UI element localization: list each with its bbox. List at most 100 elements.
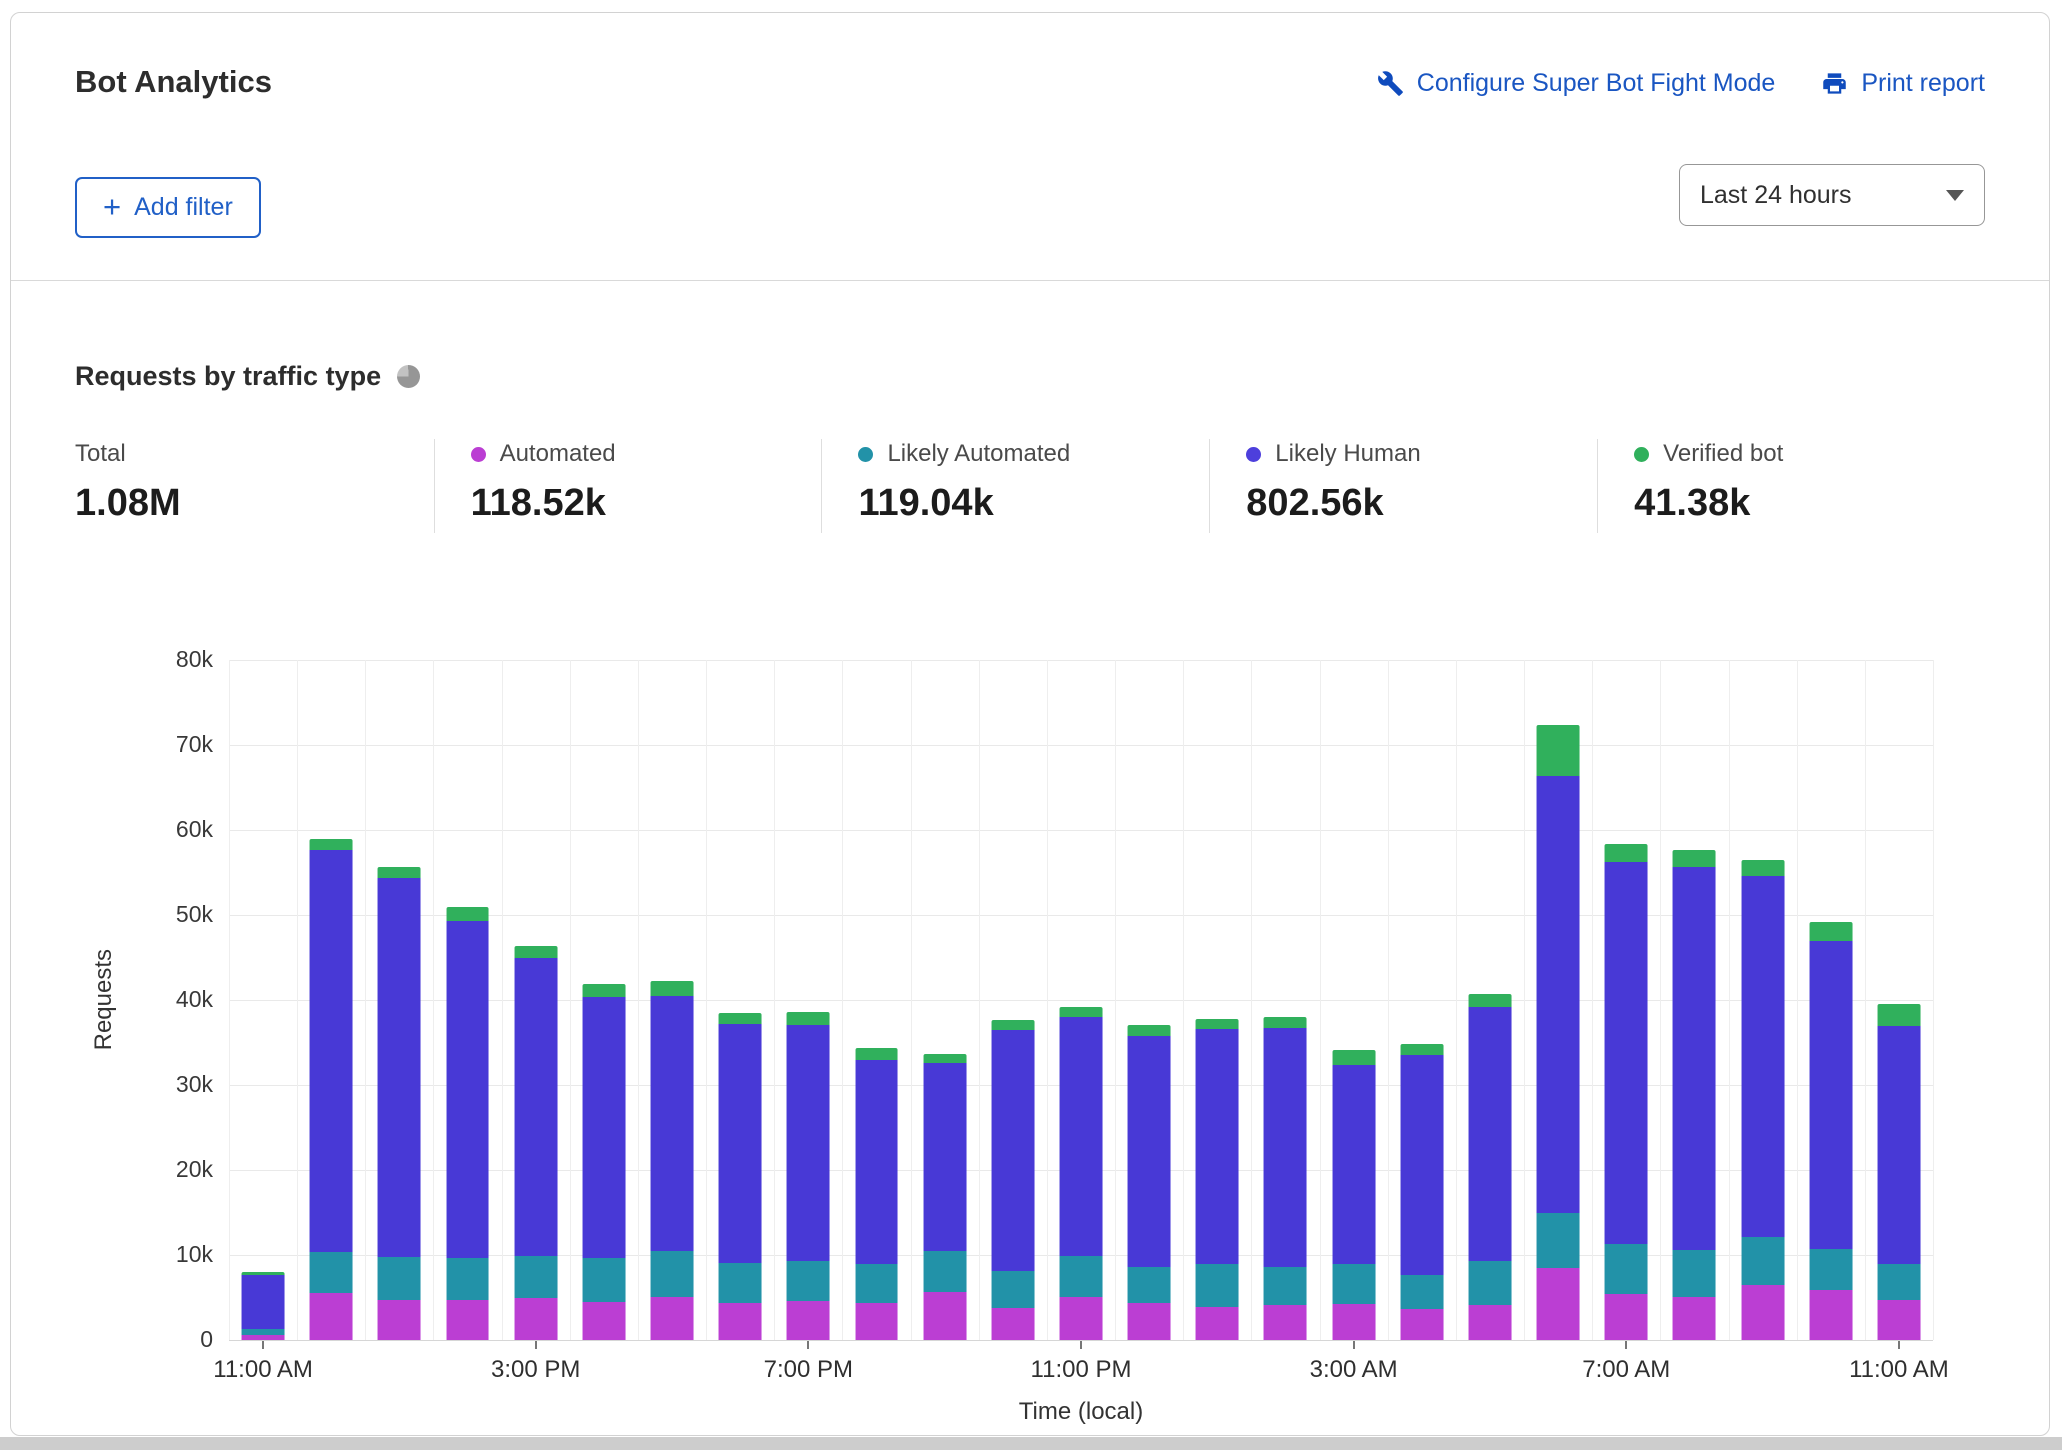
segment-likely-human [1741,876,1784,1237]
stat-item-automated[interactable]: Automated118.52k [434,439,822,533]
stacked-bar-9-00-am[interactable] [1741,860,1784,1340]
segment-likely-automated [1128,1267,1171,1303]
stacked-bar-6-00-am[interactable] [1537,725,1580,1340]
stacked-bar-4-00-am[interactable] [1400,1044,1443,1340]
segment-automated [1128,1303,1171,1340]
x-tick-mark [535,1341,537,1349]
segment-likely-automated [446,1258,489,1301]
segment-likely-automated [787,1261,830,1301]
stacked-bar-8-00-am[interactable] [1673,850,1716,1340]
y-tick-label: 40k [176,986,213,1013]
segment-likely-human [1060,1017,1103,1256]
stat-label: Verified bot [1663,440,1783,468]
plus-icon: + [103,191,121,222]
stacked-bar-1-00-am[interactable] [1196,1019,1239,1340]
stacked-bar-2-00-pm[interactable] [446,907,489,1340]
stacked-bar-5-00-am[interactable] [1468,994,1511,1340]
stacked-bar-5-00-pm[interactable] [651,981,694,1340]
y-tick-label: 30k [176,1071,213,1098]
stacked-bar-6-00-pm[interactable] [719,1013,762,1340]
stacked-bar-1-00-pm[interactable] [378,867,421,1340]
bar-slot [297,660,365,1340]
stacked-bar-11-00-am[interactable] [242,1272,285,1340]
stacked-bar-12-00-pm[interactable] [310,839,353,1340]
segment-likely-human [310,850,353,1252]
segment-automated [787,1301,830,1340]
stat-label: Total [75,440,126,468]
segment-automated [1468,1305,1511,1340]
section-title: Requests by traffic type [75,361,381,392]
segment-likely-automated [1877,1264,1920,1300]
card-body: Requests by traffic type Total1.08MAutom… [11,361,2049,1426]
y-axis-ticks: 80k70k60k50k40k30k20k10k0 [133,660,229,1340]
segment-likely-human [1468,1007,1511,1261]
card-header: Bot Analytics + Add filter Configure Sup… [11,13,2049,281]
segment-verified-bot [1264,1017,1307,1028]
bot-analytics-card: Bot Analytics + Add filter Configure Sup… [10,12,2050,1436]
segment-likely-human [242,1275,285,1329]
segment-verified-bot [1332,1050,1375,1065]
segment-verified-bot [1537,725,1580,775]
stacked-bar-11-00-am[interactable] [1877,1004,1920,1340]
add-filter-button[interactable]: + Add filter [75,177,261,238]
stacked-bar-9-00-pm[interactable] [923,1054,966,1340]
stat-item-likely-human[interactable]: Likely Human802.56k [1209,439,1597,533]
time-range-select[interactable]: Last 24 hours [1679,164,1985,226]
stacked-bar-2-00-am[interactable] [1264,1017,1307,1340]
stacked-bar-7-00-am[interactable] [1605,844,1648,1340]
stat-label: Automated [500,440,616,468]
y-tick-label: 0 [200,1326,213,1353]
bar-slot [1797,660,1865,1340]
stacked-bar-7-00-pm[interactable] [787,1012,830,1340]
stacked-bar-3-00-am[interactable] [1332,1050,1375,1340]
configure-link-label: Configure Super Bot Fight Mode [1417,69,1776,98]
segment-verified-bot [1809,922,1852,941]
segment-likely-automated [651,1251,694,1297]
stacked-bar-11-00-pm[interactable] [1060,1007,1103,1340]
bar-slot [1388,660,1456,1340]
segment-verified-bot [1468,994,1511,1007]
bar-slot [1456,660,1524,1340]
x-tick-mark [1625,1341,1627,1349]
bar-slot [1320,660,1388,1340]
segment-likely-automated [310,1252,353,1294]
segment-verified-bot [787,1012,830,1025]
segment-likely-human [1877,1026,1920,1265]
stacked-bar-10-00-pm[interactable] [991,1020,1034,1340]
segment-likely-human [719,1024,762,1263]
segment-verified-bot [855,1048,898,1059]
segment-likely-human [514,958,557,1256]
segment-likely-automated [1060,1256,1103,1297]
segment-likely-automated [1264,1267,1307,1305]
stat-item-likely-automated[interactable]: Likely Automated119.04k [821,439,1209,533]
configure-super-bot-fight-mode-link[interactable]: Configure Super Bot Fight Mode [1377,69,1776,98]
segment-likely-automated [1809,1249,1852,1290]
segment-automated [1877,1300,1920,1340]
stat-item-verified-bot[interactable]: Verified bot41.38k [1597,439,1985,533]
stacked-bar-12-00-am[interactable] [1128,1025,1171,1340]
legend-dot [1246,447,1261,462]
x-tick-label: 11:00 PM [1031,1356,1132,1384]
y-tick-label: 50k [176,901,213,928]
stacked-bar-8-00-pm[interactable] [855,1048,898,1340]
segment-automated [1060,1297,1103,1340]
y-tick-label: 20k [176,1156,213,1183]
bar-slot [1115,660,1183,1340]
stacked-bar-3-00-pm[interactable] [514,946,557,1340]
segment-likely-automated [378,1257,421,1300]
legend-stats-row: Total1.08MAutomated118.52kLikely Automat… [75,439,1985,533]
header-left: Bot Analytics + Add filter [75,63,272,280]
segment-likely-human [1196,1029,1239,1264]
requests-chart: Requests 80k70k60k50k40k30k20k10k0 11:00… [75,660,1985,1426]
print-report-link[interactable]: Print report [1821,69,1985,98]
segment-verified-bot [378,867,421,879]
stacked-bar-10-00-am[interactable] [1809,922,1852,1340]
plot-area [229,660,1933,1340]
stacked-bar-4-00-pm[interactable] [582,984,625,1340]
add-filter-label: Add filter [134,193,233,222]
segment-likely-automated [855,1264,898,1303]
chevron-down-icon [1946,190,1964,201]
segment-automated [1264,1305,1307,1340]
segment-likely-automated [1196,1264,1239,1307]
bar-slot [1183,660,1251,1340]
